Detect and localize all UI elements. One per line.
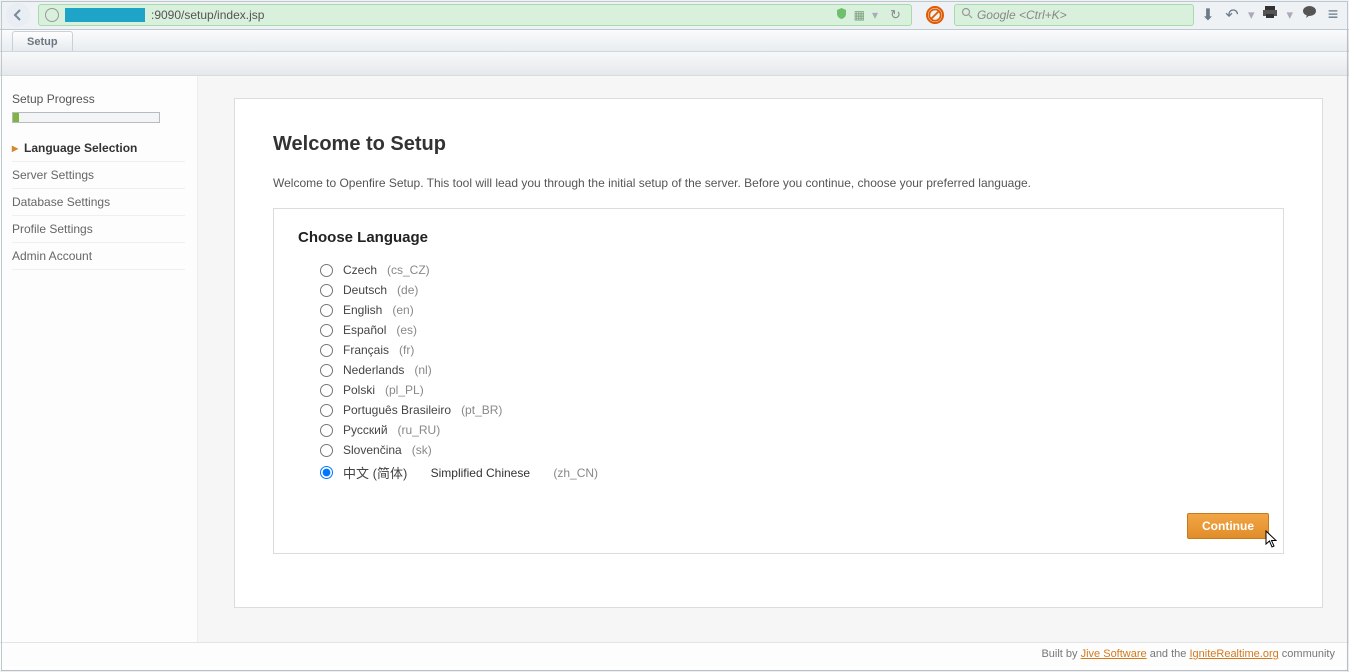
print-icon[interactable] (1260, 5, 1280, 24)
footer-prefix: Built by (1041, 648, 1080, 660)
search-icon (961, 7, 973, 22)
radio-german[interactable] (320, 284, 333, 297)
sidebar-item-server[interactable]: Server Settings (12, 162, 185, 189)
menu-icon[interactable]: ≡ (1323, 4, 1343, 25)
lang-option-dutch[interactable]: Nederlands (nl) (298, 360, 1259, 380)
radio-english[interactable] (320, 304, 333, 317)
url-path: :9090/setup/index.jsp (151, 8, 829, 22)
radio-polish[interactable] (320, 384, 333, 397)
continue-button[interactable]: Continue (1187, 513, 1269, 539)
radio-spanish[interactable] (320, 324, 333, 337)
tab-strip: Setup (0, 30, 1349, 52)
main-wrap: Setup Progress Language Selection Server… (0, 76, 1349, 642)
sidebar-item-language[interactable]: Language Selection (12, 135, 185, 162)
page-title: Welcome to Setup (273, 133, 1284, 156)
url-bar[interactable]: :9090/setup/index.jsp ▦ ▾ ↻ (38, 4, 912, 26)
radio-slovak[interactable] (320, 444, 333, 457)
lang-label: Deutsch (343, 283, 387, 297)
radio-russian[interactable] (320, 424, 333, 437)
sidebar: Setup Progress Language Selection Server… (0, 76, 198, 642)
url-host-redacted (65, 8, 145, 22)
shield-icon[interactable] (835, 7, 848, 23)
radio-czech[interactable] (320, 264, 333, 277)
lang-code: (ru_RU) (398, 423, 441, 437)
lang-code: (sk) (412, 443, 432, 457)
lang-code: (pl_PL) (385, 383, 424, 397)
lang-label: Português Brasileiro (343, 403, 451, 417)
dropdown-icon[interactable]: ▾ (1284, 7, 1295, 23)
radio-portuguese[interactable] (320, 404, 333, 417)
lang-label: Русский (343, 423, 388, 437)
lang-code: (fr) (399, 343, 414, 357)
back-button[interactable] (6, 3, 30, 27)
lang-option-slovak[interactable]: Slovenčina (sk) (298, 440, 1259, 460)
separator: ▾ (870, 8, 880, 22)
lang-code: (pt_BR) (461, 403, 502, 417)
tab-setup[interactable]: Setup (12, 31, 73, 51)
search-bar[interactable]: Google <Ctrl+K> (954, 4, 1194, 26)
footer-mid: and the (1147, 648, 1190, 660)
progress-bar-fill (13, 113, 19, 122)
lang-label: Español (343, 323, 386, 337)
lang-label: Français (343, 343, 389, 357)
block-icon[interactable] (926, 6, 944, 24)
lang-option-english[interactable]: English (en) (298, 300, 1259, 320)
lang-label: English (343, 303, 382, 317)
lang-code: (nl) (414, 363, 431, 377)
lang-english-name: Simplified Chinese (431, 466, 530, 480)
content-card: Welcome to Setup Welcome to Openfire Set… (234, 98, 1323, 608)
radio-chinese[interactable] (320, 466, 333, 479)
lang-label: Polski (343, 383, 375, 397)
cursor-icon (1265, 530, 1279, 551)
lang-label: Czech (343, 263, 377, 277)
page-intro: Welcome to Openfire Setup. This tool wil… (273, 176, 1284, 190)
lang-option-russian[interactable]: Русский (ru_RU) (298, 420, 1259, 440)
footer-link-ignite[interactable]: IgniteRealtime.org (1189, 648, 1278, 660)
footer: Built by Jive Software and the IgniteRea… (0, 642, 1349, 666)
dropdown-icon[interactable]: ▾ (1246, 7, 1257, 23)
lang-option-spanish[interactable]: Español (es) (298, 320, 1259, 340)
sidebar-item-admin[interactable]: Admin Account (12, 243, 185, 270)
search-placeholder: Google <Ctrl+K> (977, 8, 1067, 22)
browser-toolbar: :9090/setup/index.jsp ▦ ▾ ↻ Google <Ctrl… (0, 0, 1349, 30)
qr-icon[interactable]: ▦ (854, 8, 864, 22)
lang-label: 中文 (简体) (343, 463, 407, 482)
lang-option-polish[interactable]: Polski (pl_PL) (298, 380, 1259, 400)
lang-label: Slovenčina (343, 443, 402, 457)
radio-french[interactable] (320, 344, 333, 357)
lang-code: (es) (396, 323, 417, 337)
globe-icon (45, 8, 59, 22)
content-area: Welcome to Setup Welcome to Openfire Set… (198, 76, 1349, 642)
undo-icon[interactable]: ↶ (1222, 5, 1242, 25)
lang-label: Nederlands (343, 363, 404, 377)
lang-option-french[interactable]: Français (fr) (298, 340, 1259, 360)
sidebar-item-database[interactable]: Database Settings (12, 189, 185, 216)
chat-icon[interactable] (1299, 5, 1319, 24)
sidebar-item-profile[interactable]: Profile Settings (12, 216, 185, 243)
choose-language-heading: Choose Language (298, 229, 1259, 246)
lang-option-german[interactable]: Deutsch (de) (298, 280, 1259, 300)
lang-option-czech[interactable]: Czech (cs_CZ) (298, 260, 1259, 280)
lang-code: (en) (392, 303, 413, 317)
lang-code: (de) (397, 283, 418, 297)
language-box: Choose Language Czech (cs_CZ) Deutsch (de)… (273, 208, 1284, 554)
lang-option-chinese[interactable]: 中文 (简体) Simplified Chinese (zh_CN) (298, 460, 1259, 485)
footer-link-jive[interactable]: Jive Software (1081, 648, 1147, 660)
setup-progress-title: Setup Progress (12, 92, 185, 106)
subheader-band (0, 52, 1349, 76)
reload-icon[interactable]: ↻ (886, 7, 905, 23)
lang-option-portuguese[interactable]: Português Brasileiro (pt_BR) (298, 400, 1259, 420)
radio-dutch[interactable] (320, 364, 333, 377)
lang-code: (cs_CZ) (387, 263, 430, 277)
progress-bar (12, 112, 160, 123)
footer-suffix: community (1279, 648, 1335, 660)
lang-code: (zh_CN) (553, 466, 598, 480)
download-icon[interactable]: ⬇ (1198, 5, 1218, 25)
